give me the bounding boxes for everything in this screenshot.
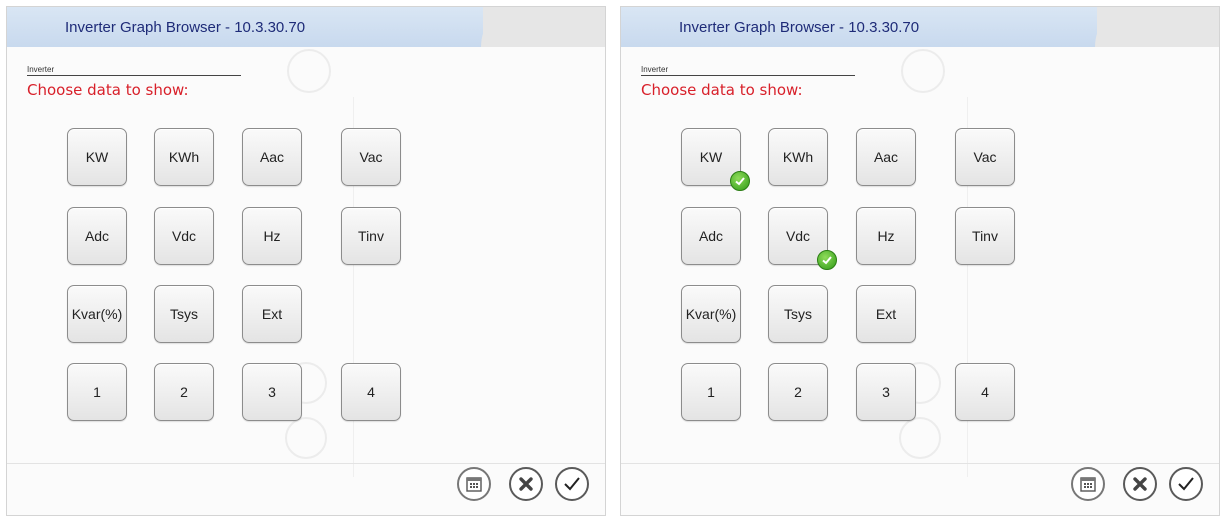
cancel-icon xyxy=(519,477,533,491)
channel-button-4[interactable]: 4 xyxy=(341,363,401,421)
button-label: 4 xyxy=(367,384,375,400)
check-badge-icon xyxy=(730,171,750,191)
button-label: Vac xyxy=(973,149,997,165)
title-bar: Inverter Graph Browser - 10.3.30.70 xyxy=(7,7,605,47)
metric-button-vdc[interactable]: Vdc xyxy=(768,207,837,270)
cancel-button[interactable] xyxy=(509,467,543,501)
calendar-icon xyxy=(1080,477,1096,492)
channel-button-2[interactable]: 2 xyxy=(154,363,214,421)
button-label: 2 xyxy=(180,384,188,400)
calendar-button[interactable] xyxy=(457,467,491,501)
metric-button-vac[interactable]: Vac xyxy=(341,128,401,186)
confirm-button[interactable] xyxy=(1169,467,1203,501)
button-label: KWh xyxy=(168,149,200,165)
metric-button-kw[interactable]: KW xyxy=(681,128,750,191)
button-label: Vdc xyxy=(785,228,811,244)
calendar-icon xyxy=(466,477,482,492)
metric-button-vac[interactable]: Vac xyxy=(955,128,1015,186)
button-label: 1 xyxy=(707,384,715,400)
button-label: Vac xyxy=(359,149,383,165)
cancel-button[interactable] xyxy=(1123,467,1157,501)
button-label: KW xyxy=(85,149,109,165)
confirm-button[interactable] xyxy=(555,467,589,501)
inverter-label: Inverter xyxy=(641,65,855,76)
window-title: Inverter Graph Browser - 10.3.30.70 xyxy=(65,19,306,36)
footer-divider xyxy=(7,463,605,464)
button-label: Tinv xyxy=(972,228,998,244)
window-title: Inverter Graph Browser - 10.3.30.70 xyxy=(679,19,920,36)
metric-button-kwh[interactable]: KWh xyxy=(768,128,828,186)
metric-button-hz[interactable]: Hz xyxy=(856,207,916,265)
metric-button-kwh[interactable]: KWh xyxy=(154,128,214,186)
button-label: Ext xyxy=(261,306,283,322)
metric-button-vdc[interactable]: Vdc xyxy=(154,207,214,265)
metric-button-aac[interactable]: Aac xyxy=(242,128,302,186)
button-label: Adc xyxy=(84,228,110,244)
metric-button-hz[interactable]: Hz xyxy=(242,207,302,265)
graph-browser-panel-right: Inverter Graph Browser - 10.3.30.70 Inve… xyxy=(620,6,1220,516)
choose-data-prompt: Choose data to show: xyxy=(27,81,189,99)
button-label: Aac xyxy=(259,149,285,165)
cancel-icon xyxy=(1133,477,1147,491)
button-label: Aac xyxy=(873,149,899,165)
button-label: Tsys xyxy=(784,306,812,322)
metric-button-kw[interactable]: KW xyxy=(67,128,127,186)
button-label: Adc xyxy=(698,228,724,244)
channel-button-1[interactable]: 1 xyxy=(681,363,741,421)
metric-button-tinv[interactable]: Tinv xyxy=(955,207,1015,265)
background-tools-icon xyxy=(901,49,945,93)
metric-button-adc[interactable]: Adc xyxy=(67,207,127,265)
metric-button-ext[interactable]: Ext xyxy=(242,285,302,343)
button-label: Ext xyxy=(875,306,897,322)
button-label: 3 xyxy=(882,384,890,400)
metric-button-kvar[interactable]: Kvar(%) xyxy=(67,285,127,343)
button-label: Tinv xyxy=(358,228,384,244)
button-label: 3 xyxy=(268,384,276,400)
background-tools-icon-2 xyxy=(285,417,327,459)
metric-button-aac[interactable]: Aac xyxy=(856,128,916,186)
metric-button-adc[interactable]: Adc xyxy=(681,207,741,265)
metric-button-tinv[interactable]: Tinv xyxy=(341,207,401,265)
checkmark-icon xyxy=(1178,477,1194,491)
button-label: Kvar(%) xyxy=(71,306,123,322)
metric-button-ext[interactable]: Ext xyxy=(856,285,916,343)
button-label: Vdc xyxy=(171,228,197,244)
calendar-button[interactable] xyxy=(1071,467,1105,501)
button-label: KW xyxy=(699,149,723,165)
metric-button-tsys[interactable]: Tsys xyxy=(768,285,828,343)
channel-button-2[interactable]: 2 xyxy=(768,363,828,421)
inverter-label: Inverter xyxy=(27,65,241,76)
button-label: 1 xyxy=(93,384,101,400)
button-label: Hz xyxy=(877,228,895,244)
button-label: Kvar(%) xyxy=(685,306,737,322)
choose-data-prompt: Choose data to show: xyxy=(641,81,803,99)
footer-divider xyxy=(621,463,1219,464)
check-badge-icon xyxy=(817,250,837,270)
channel-button-1[interactable]: 1 xyxy=(67,363,127,421)
background-tools-icon-2 xyxy=(899,417,941,459)
checkmark-icon xyxy=(564,477,580,491)
title-bar: Inverter Graph Browser - 10.3.30.70 xyxy=(621,7,1219,47)
metric-button-kvar[interactable]: Kvar(%) xyxy=(681,285,741,343)
graph-browser-panel-left: Inverter Graph Browser - 10.3.30.70 Inve… xyxy=(6,6,606,516)
metric-button-tsys[interactable]: Tsys xyxy=(154,285,214,343)
button-label: Tsys xyxy=(170,306,198,322)
button-label: KWh xyxy=(782,149,814,165)
background-tools-icon xyxy=(287,49,331,93)
channel-button-3[interactable]: 3 xyxy=(856,363,916,421)
channel-button-3[interactable]: 3 xyxy=(242,363,302,421)
button-label: 4 xyxy=(981,384,989,400)
channel-button-4[interactable]: 4 xyxy=(955,363,1015,421)
button-label: Hz xyxy=(263,228,281,244)
button-label: 2 xyxy=(794,384,802,400)
